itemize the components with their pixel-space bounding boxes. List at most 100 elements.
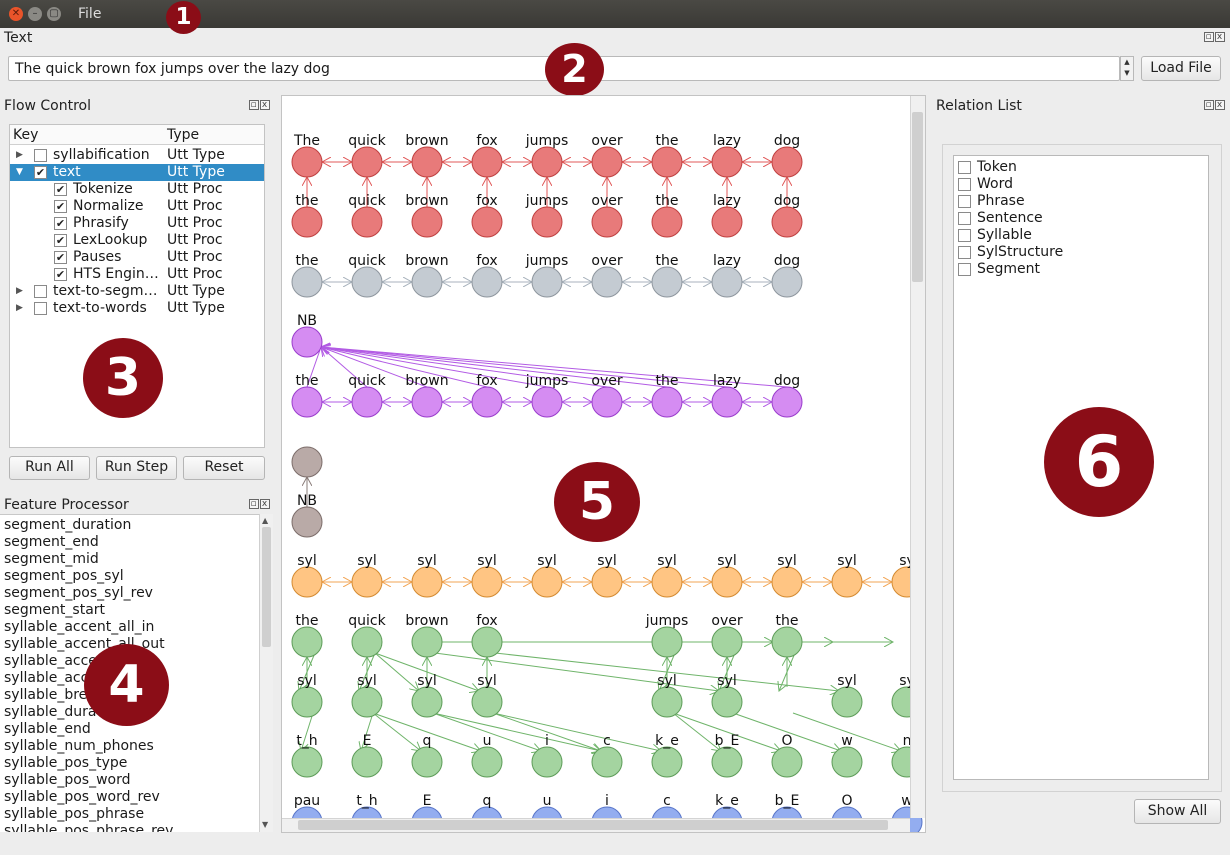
graph-node[interactable]: [351, 626, 383, 658]
feature-item[interactable]: syllable_bre: [4, 687, 87, 703]
graph-node[interactable]: [291, 446, 323, 478]
graph-node[interactable]: [591, 206, 623, 238]
graph-node[interactable]: [591, 266, 623, 298]
graph-node[interactable]: [771, 386, 803, 418]
graph-node[interactable]: [291, 146, 323, 178]
tree-row[interactable]: ✔ Phrasify Utt Proc: [10, 215, 264, 232]
scroll-down-icon[interactable]: ▼: [262, 820, 268, 829]
feature-item[interactable]: syllable_num_phones: [4, 738, 154, 754]
tree-row-checkbox[interactable]: ✔: [54, 251, 67, 264]
tree-row[interactable]: ▶ text-to-segm… Utt Type: [10, 283, 264, 300]
float-icon[interactable]: ▫: [1204, 32, 1214, 42]
graph-node[interactable]: [291, 566, 323, 598]
graph-node[interactable]: [471, 566, 503, 598]
graph-node[interactable]: [651, 206, 683, 238]
graph-node[interactable]: [831, 746, 863, 778]
graph-node[interactable]: [351, 146, 383, 178]
feature-item[interactable]: syllable_end: [4, 721, 91, 737]
graph-node[interactable]: [771, 746, 803, 778]
expanded-arrow-icon[interactable]: ▼: [16, 164, 23, 181]
relation-checkbox[interactable]: [958, 178, 971, 191]
graph-node[interactable]: [651, 746, 683, 778]
feature-item[interactable]: syllable_accent_all_in: [4, 619, 154, 635]
graph-node[interactable]: [471, 266, 503, 298]
feature-item[interactable]: syllable_pos_type: [4, 755, 127, 771]
graph-node[interactable]: [651, 386, 683, 418]
graph-node[interactable]: [351, 746, 383, 778]
menu-file[interactable]: File: [78, 6, 101, 22]
tree-row[interactable]: ✔ LexLookup Utt Proc: [10, 232, 264, 249]
feature-item[interactable]: segment_mid: [4, 551, 99, 567]
graph-node[interactable]: [531, 566, 563, 598]
feature-item[interactable]: syllable_pos_word: [4, 772, 131, 788]
graph-node[interactable]: [291, 746, 323, 778]
minimize-window-button[interactable]: –: [28, 7, 42, 21]
close-icon[interactable]: x: [1215, 32, 1225, 42]
graph-node[interactable]: [411, 746, 443, 778]
feature-item[interactable]: segment_start: [4, 602, 105, 618]
graph-node[interactable]: [651, 566, 683, 598]
feature-item[interactable]: segment_duration: [4, 517, 131, 533]
graph-node[interactable]: [351, 386, 383, 418]
graph-node[interactable]: [771, 566, 803, 598]
graph-node[interactable]: [591, 386, 623, 418]
graph-node[interactable]: [471, 206, 503, 238]
graph-node[interactable]: [471, 686, 503, 718]
feature-item[interactable]: syllable_pos_phrase: [4, 806, 144, 822]
relation-checkbox[interactable]: [958, 263, 971, 276]
reset-button[interactable]: Reset: [183, 456, 265, 480]
relation-checkbox[interactable]: [958, 246, 971, 259]
graph-node[interactable]: [711, 626, 743, 658]
feature-item[interactable]: syllable_dura: [4, 704, 96, 720]
graph-node[interactable]: [711, 146, 743, 178]
graph-node[interactable]: [531, 746, 563, 778]
graph-node[interactable]: [411, 146, 443, 178]
graph-node[interactable]: [591, 746, 623, 778]
graph-node[interactable]: [351, 206, 383, 238]
tree-row-checkbox[interactable]: ✔: [54, 200, 67, 213]
graph-node[interactable]: [831, 686, 863, 718]
graph-node[interactable]: [531, 386, 563, 418]
graph-node[interactable]: [411, 566, 443, 598]
relation-checkbox[interactable]: [958, 229, 971, 242]
graph-node[interactable]: [771, 146, 803, 178]
collapsed-arrow-icon[interactable]: ▶: [16, 147, 23, 164]
feature-item[interactable]: syllable_pos_phrase_rev: [4, 823, 173, 832]
float-icon[interactable]: ▫: [249, 499, 259, 509]
graph-node[interactable]: [351, 566, 383, 598]
tree-row[interactable]: ✔ HTS Engin… Utt Proc: [10, 266, 264, 283]
graph-vertical-scroll-thumb[interactable]: [912, 112, 923, 282]
graph-node[interactable]: [771, 626, 803, 658]
maximize-window-button[interactable]: ▢: [47, 7, 61, 21]
run-step-button[interactable]: Run Step: [96, 456, 177, 480]
tree-row-checkbox[interactable]: [34, 285, 47, 298]
relation-checkbox[interactable]: [958, 195, 971, 208]
tree-row[interactable]: ✔ Normalize Utt Proc: [10, 198, 264, 215]
tree-row-checkbox[interactable]: ✔: [54, 183, 67, 196]
graph-node[interactable]: [351, 686, 383, 718]
graph-node[interactable]: [291, 266, 323, 298]
graph-node[interactable]: [711, 686, 743, 718]
feature-item[interactable]: syllable_acce: [4, 653, 97, 669]
tree-row[interactable]: ✔ Tokenize Utt Proc: [10, 181, 264, 198]
float-icon[interactable]: ▫: [249, 100, 259, 110]
graph-node[interactable]: [591, 566, 623, 598]
tree-row[interactable]: ▼ ✔ text Utt Type: [10, 164, 264, 181]
graph-node[interactable]: [831, 566, 863, 598]
tree-row[interactable]: ▶ text-to-words Utt Type: [10, 300, 264, 317]
close-icon[interactable]: x: [260, 100, 270, 110]
tree-row-checkbox[interactable]: ✔: [54, 268, 67, 281]
collapsed-arrow-icon[interactable]: ▶: [16, 283, 23, 300]
collapsed-arrow-icon[interactable]: ▶: [16, 300, 23, 317]
graph-node[interactable]: [651, 686, 683, 718]
graph-node[interactable]: [351, 266, 383, 298]
float-icon[interactable]: ▫: [1204, 100, 1214, 110]
graph-node[interactable]: [411, 686, 443, 718]
feature-item[interactable]: segment_pos_syl: [4, 568, 124, 584]
graph-node[interactable]: [471, 386, 503, 418]
graph-node[interactable]: [291, 506, 323, 538]
graph-node[interactable]: [591, 146, 623, 178]
scroll-thumb[interactable]: [262, 527, 271, 647]
relation-checkbox[interactable]: [958, 161, 971, 174]
close-icon[interactable]: x: [260, 499, 270, 509]
